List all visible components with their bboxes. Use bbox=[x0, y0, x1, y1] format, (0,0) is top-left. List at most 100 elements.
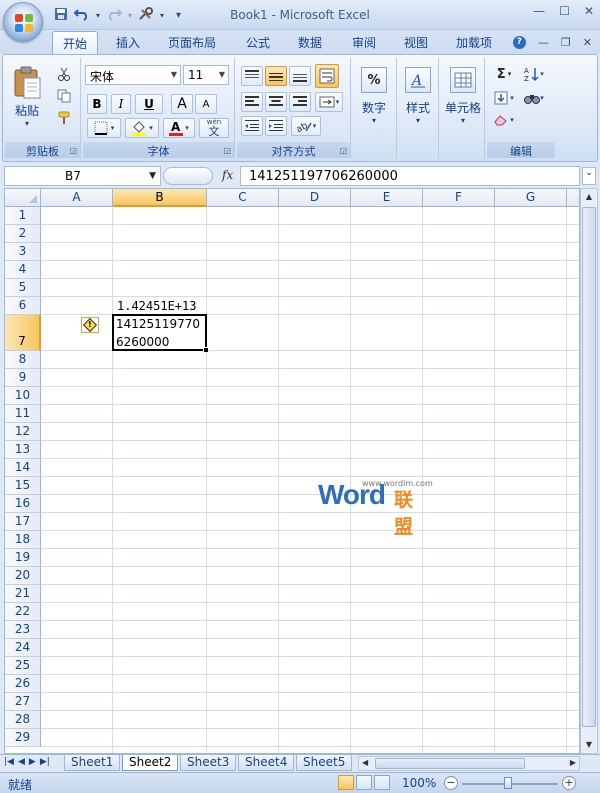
tab-addins[interactable]: 加载项 bbox=[456, 34, 492, 51]
scroll-left-icon[interactable]: ◀ bbox=[362, 758, 368, 767]
row-header-6[interactable]: 6 bbox=[5, 297, 41, 315]
alignment-launcher-icon[interactable]: ◲ bbox=[339, 146, 347, 155]
align-right-button[interactable] bbox=[289, 92, 311, 112]
horizontal-scroll-thumb[interactable] bbox=[375, 758, 525, 769]
row-header-25[interactable]: 25 bbox=[5, 657, 41, 675]
scroll-right-icon[interactable]: ▶ bbox=[570, 758, 576, 767]
align-middle-button[interactable] bbox=[265, 66, 287, 86]
row-header-14[interactable]: 14 bbox=[5, 459, 41, 477]
vertical-scrollbar[interactable]: ▲ ▼ bbox=[580, 188, 598, 754]
sheet-tab-sheet3[interactable]: Sheet3 bbox=[180, 755, 237, 771]
sheet-tab-sheet1[interactable]: Sheet1 bbox=[64, 755, 121, 771]
row-header-28[interactable]: 28 bbox=[5, 711, 41, 729]
column-header-a[interactable]: A bbox=[41, 189, 113, 207]
fill-button[interactable]: ▾ bbox=[491, 88, 517, 108]
doc-close-icon[interactable]: ✕ bbox=[583, 36, 592, 49]
row-header-27[interactable]: 27 bbox=[5, 693, 41, 711]
decrease-indent-button[interactable] bbox=[241, 116, 263, 136]
row-header-15[interactable]: 15 bbox=[5, 477, 41, 495]
column-header-b[interactable]: B bbox=[113, 189, 207, 207]
column-header-d[interactable]: D bbox=[279, 189, 351, 207]
row-header-26[interactable]: 26 bbox=[5, 675, 41, 693]
increase-indent-button[interactable] bbox=[265, 116, 287, 136]
phonetic-button[interactable]: wén 文 bbox=[199, 118, 229, 138]
row-header-8[interactable]: 8 bbox=[5, 351, 41, 369]
tab-data[interactable]: 数据 bbox=[298, 34, 322, 51]
row-header-3[interactable]: 3 bbox=[5, 243, 41, 261]
tab-page-layout[interactable]: 页面布局 bbox=[168, 34, 216, 51]
tab-home[interactable]: 开始 bbox=[52, 31, 99, 55]
find-select-button[interactable]: ▾ bbox=[519, 88, 549, 108]
underline-button[interactable]: U bbox=[135, 94, 163, 114]
row-header-24[interactable]: 24 bbox=[5, 639, 41, 657]
worksheet-grid[interactable]: A B C D E F G 1 2 3 4 5 6 7 8 9 10 11 12 13 14 15 16 17 18 19 20 21… bbox=[4, 188, 580, 754]
zoom-level[interactable]: 100% bbox=[402, 776, 436, 790]
row-header-21[interactable]: 21 bbox=[5, 585, 41, 603]
row-header-22[interactable]: 22 bbox=[5, 603, 41, 621]
sheet-tab-sheet5[interactable]: Sheet5 bbox=[296, 755, 353, 771]
next-sheet-icon[interactable]: ▶ bbox=[29, 757, 36, 767]
row-header-19[interactable]: 19 bbox=[5, 549, 41, 567]
page-break-view-icon[interactable] bbox=[374, 775, 390, 790]
tab-view[interactable]: 视图 bbox=[404, 34, 428, 51]
format-painter-button[interactable] bbox=[53, 108, 75, 128]
sheet-tab-sheet4[interactable]: Sheet4 bbox=[238, 755, 295, 771]
wrap-text-button[interactable] bbox=[315, 64, 339, 88]
row-header-18[interactable]: 18 bbox=[5, 531, 41, 549]
insert-function-button[interactable]: fx bbox=[222, 168, 233, 182]
doc-minimize-icon[interactable]: — bbox=[538, 36, 549, 49]
name-box[interactable]: B7 ▼ bbox=[4, 166, 161, 186]
shrink-font-button[interactable]: A bbox=[195, 94, 217, 114]
vertical-scroll-thumb[interactable] bbox=[582, 207, 596, 727]
scroll-up-icon[interactable]: ▲ bbox=[581, 189, 597, 205]
align-top-button[interactable] bbox=[241, 66, 263, 86]
sheet-tab-sheet2[interactable]: Sheet2 bbox=[122, 755, 179, 771]
formula-input[interactable]: 141251197706260000 bbox=[240, 166, 580, 186]
fill-handle[interactable] bbox=[203, 347, 209, 353]
row-header-17[interactable]: 17 bbox=[5, 513, 41, 531]
cut-button[interactable] bbox=[53, 64, 75, 84]
select-all-button[interactable] bbox=[5, 189, 41, 207]
font-size-combo[interactable]: 11 ▼ bbox=[183, 65, 229, 85]
number-format-button[interactable]: % 数字 ▾ bbox=[355, 62, 393, 138]
last-sheet-icon[interactable]: ▶| bbox=[40, 757, 50, 767]
grow-font-button[interactable]: A bbox=[171, 94, 193, 114]
font-launcher-icon[interactable]: ◲ bbox=[223, 146, 231, 155]
row-header-7[interactable]: 7 bbox=[5, 315, 41, 351]
formula-bar-splitter[interactable] bbox=[163, 167, 213, 185]
row-header-29[interactable]: 29 bbox=[5, 729, 41, 747]
row-header-20[interactable]: 20 bbox=[5, 567, 41, 585]
column-header-g[interactable]: G bbox=[495, 189, 567, 207]
scroll-down-icon[interactable]: ▼ bbox=[581, 737, 597, 753]
font-name-combo[interactable]: 宋体 ▼ bbox=[85, 65, 181, 85]
row-header-10[interactable]: 10 bbox=[5, 387, 41, 405]
tab-formulas[interactable]: 公式 bbox=[246, 34, 270, 51]
clear-button[interactable]: ▾ bbox=[491, 110, 517, 130]
column-header-f[interactable]: F bbox=[423, 189, 495, 207]
row-header-12[interactable]: 12 bbox=[5, 423, 41, 441]
maximize-button[interactable]: ☐ bbox=[559, 4, 570, 18]
prev-sheet-icon[interactable]: ◀ bbox=[18, 757, 25, 767]
office-button[interactable] bbox=[3, 2, 43, 42]
cell-b6[interactable]: 1.42451E+13 bbox=[117, 299, 196, 313]
tab-review[interactable]: 审阅 bbox=[352, 34, 376, 51]
normal-view-icon[interactable] bbox=[338, 775, 354, 790]
clipboard-launcher-icon[interactable]: ◲ bbox=[69, 146, 77, 155]
align-center-button[interactable] bbox=[265, 92, 287, 112]
orientation-button[interactable]: ab ▾ bbox=[291, 116, 321, 136]
row-header-4[interactable]: 4 bbox=[5, 261, 41, 279]
zoom-slider-knob[interactable] bbox=[504, 777, 512, 789]
fill-color-button[interactable]: ▾ bbox=[125, 118, 159, 138]
cells-button[interactable]: 单元格 ▾ bbox=[443, 62, 483, 138]
row-header-11[interactable]: 11 bbox=[5, 405, 41, 423]
error-smart-tag-icon[interactable]: ! bbox=[81, 317, 99, 333]
zoom-out-button[interactable]: − bbox=[444, 776, 458, 790]
paste-button[interactable]: 粘贴 ▾ bbox=[7, 60, 47, 134]
minimize-button[interactable]: — bbox=[533, 4, 545, 18]
autosum-button[interactable]: Σ ▾ bbox=[491, 64, 517, 84]
zoom-in-button[interactable]: + bbox=[562, 776, 576, 790]
row-header-13[interactable]: 13 bbox=[5, 441, 41, 459]
horizontal-scrollbar[interactable]: ◀ ▶ bbox=[358, 756, 580, 771]
font-color-button[interactable]: A ▾ bbox=[163, 118, 195, 138]
page-layout-view-icon[interactable] bbox=[356, 775, 372, 790]
